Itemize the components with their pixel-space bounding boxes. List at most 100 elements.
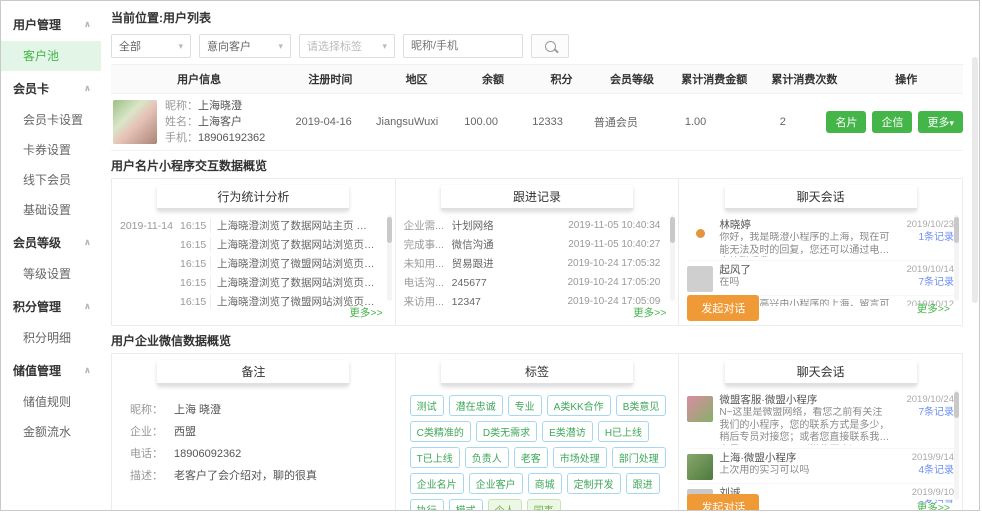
follow-row: 企业需... 计划网络 2019-11-05 10:40:34 [403, 220, 661, 232]
tag-chip[interactable]: 潜在忠诚 [448, 395, 503, 416]
scrollbar-thumb[interactable] [954, 392, 960, 418]
tag-chip[interactable]: 执行 [409, 499, 444, 510]
page-scrollbar[interactable] [972, 57, 978, 303]
chat-message: 你好，我是晓澄小程序的上海，现在可能无法及时的回复，您还可以通过电话直接联系我：… [719, 232, 890, 256]
card-button[interactable]: 名片 [826, 111, 867, 133]
tag-chip[interactable]: 市场处理 [552, 447, 607, 468]
wecom-button[interactable]: 企信 [872, 111, 913, 133]
user-info-cell: 昵称：上海晓澄 姓名：上海客户 手机：18906192362 [111, 98, 280, 146]
tag-chip-colleague[interactable]: 同事 [526, 499, 561, 510]
sidebar-group-user-management[interactable]: 用户管理 ∧ [1, 7, 101, 41]
filter-select-all-value: 全部 [119, 41, 141, 53]
chat-record-link[interactable]: 7条记录 [890, 276, 954, 289]
chat-more-link[interactable]: 更多>> [917, 500, 950, 511]
sidebar-group-label: 会员等级 [13, 235, 62, 250]
filter-select-tag[interactable]: 请选择标签 ▾ [299, 34, 395, 58]
behavior-panel-tab[interactable]: 行为统计分析 [157, 185, 350, 210]
tag-chip[interactable]: 专业 [507, 395, 542, 416]
sidebar-group-points-management[interactable]: 积分管理 ∧ [1, 289, 101, 323]
filter-select-intent[interactable]: 意向客户 ▾ [199, 34, 291, 58]
tag-chip[interactable]: 测试 [409, 395, 444, 416]
sidebar-group-member-level[interactable]: 会员等级 ∧ [1, 225, 101, 259]
sidebar-item-basic-settings[interactable]: 基础设置 [1, 195, 101, 225]
scrollbar[interactable] [670, 215, 676, 301]
chat-item[interactable]: 林晓婷 你好，我是晓澄小程序的上海，现在可能无法及时的回复，您还可以通过电话直接… [687, 216, 955, 261]
tag-chip[interactable]: A类KK合作 [546, 395, 611, 416]
scrollbar-thumb[interactable] [954, 217, 960, 243]
sidebar-item-coupon-settings[interactable]: 卡券设置 [1, 135, 101, 165]
chat-more-link[interactable]: 更多>> [917, 301, 950, 316]
tag-chip[interactable]: 老客 [513, 447, 548, 468]
filter-select-tag-placeholder: 请选择标签 [307, 41, 362, 53]
tag-chip[interactable]: 模式 [448, 499, 483, 510]
tag-chip[interactable]: H已上线 [597, 421, 650, 442]
tag-chip[interactable]: 负责人 [464, 447, 509, 468]
remark-panel-tab[interactable]: 备注 [157, 360, 350, 385]
chevron-down-icon: ▾ [278, 40, 283, 51]
chevron-down-icon: ▾ [382, 40, 387, 51]
col-register-time: 注册时间 [308, 74, 353, 86]
chat-name: 林晓婷 [719, 219, 751, 231]
filter-select-all[interactable]: 全部 ▾ [111, 34, 191, 58]
sidebar-item-customer-pool[interactable]: 客户池 [1, 41, 101, 71]
tag-chip[interactable]: 商城 [527, 473, 562, 494]
sidebar-item-points-detail[interactable]: 积分明细 [1, 323, 101, 353]
scrollbar[interactable] [954, 390, 960, 500]
chat-record-link[interactable]: 4条记录 [890, 464, 954, 477]
follow-more-link[interactable]: 更多>> [633, 305, 666, 320]
more-actions-button[interactable]: 更多▾ [918, 111, 963, 133]
search-input[interactable] [403, 34, 523, 58]
col-balance: 余额 [481, 74, 504, 86]
tag-chip-personal[interactable]: 个人 [487, 499, 522, 510]
chat-date: 2019/10/23 [906, 219, 955, 230]
sidebar-item-stored-rules[interactable]: 储值规则 [1, 387, 101, 417]
chat-name: 上海·微盟小程序 [719, 451, 797, 464]
sidebar-item-offline-members[interactable]: 线下会员 [1, 165, 101, 195]
follow-row: 来访用... 12347 2019-10-24 17:05:09 [403, 295, 661, 309]
wecom-section: 备注 昵称： 上海 晓澄 企业： 西盟 电话： 18906092362 描述： … [111, 353, 963, 511]
scrollbar-thumb[interactable] [386, 217, 392, 243]
chat-item[interactable]: 微盟客服·微盟小程序 N~这里是微盟网络，看您之前有关注我们的小程序，您的联系方… [687, 391, 955, 449]
sidebar-item-level-settings[interactable]: 等级设置 [1, 259, 101, 289]
filter-bar: 全部 ▾ 意向客户 ▾ 请选择标签 ▾ [111, 34, 963, 58]
tag-chip[interactable]: 企业名片 [409, 473, 464, 494]
sidebar-item-amount-flow[interactable]: 金额流水 [1, 417, 101, 447]
tag-chip[interactable]: 定制开发 [566, 473, 621, 494]
remark-field: 企业： 西盟 [130, 426, 196, 438]
user-avatar [113, 100, 157, 144]
chat-item[interactable]: 起风了 在吗 2019/10/14 7条记录 [687, 261, 955, 296]
chat-panel-tab[interactable]: 聊天会话 [724, 185, 917, 210]
chat-record-link[interactable]: 7条记录 [890, 406, 954, 419]
tag-chip[interactable]: 企业客户 [468, 473, 523, 494]
wecom-section-title: 用户企业微信数据概览 [111, 334, 232, 348]
sidebar-group-member-card[interactable]: 会员卡 ∧ [1, 71, 101, 105]
sidebar-group-stored-value[interactable]: 储值管理 ∧ [1, 353, 101, 387]
tag-chip[interactable]: 部门处理 [611, 447, 666, 468]
sidebar: 用户管理 ∧ 客户池 会员卡 ∧ 会员卡设置 卡券设置 线下会员 基础设置 会员… [1, 1, 101, 510]
scrollbar[interactable] [386, 215, 392, 301]
tag-chip[interactable]: T已上线 [409, 447, 460, 468]
scrollbar-thumb[interactable] [670, 217, 676, 243]
tag-chip[interactable]: C类精准的 [409, 421, 471, 442]
search-button[interactable] [531, 34, 569, 58]
main-content: 当前位置:用户列表 全部 ▾ 意向客户 ▾ 请选择标签 ▾ 用户信息 注册时间 [101, 1, 979, 510]
tags-panel-tab[interactable]: 标签 [441, 360, 633, 385]
chat-record-link[interactable]: 1条记录 [890, 231, 954, 244]
scrollbar[interactable] [954, 215, 960, 301]
tag-chip[interactable]: 跟进 [625, 473, 660, 494]
behavior-more-link[interactable]: 更多>> [349, 305, 382, 320]
follow-panel-tab[interactable]: 跟进记录 [441, 185, 633, 210]
start-chat-button[interactable]: 发起对话 [687, 295, 760, 321]
behavior-row: 16:15 上海晓澄浏览了数据网站浏览页面2.01秒 [120, 273, 387, 292]
tag-chip[interactable]: D类无需求 [475, 421, 538, 442]
tag-chip[interactable]: B类意见 [615, 395, 667, 416]
follow-row: 未知用... 贸易跟进 2019-10-24 17:05:32 [403, 258, 661, 270]
chat-item[interactable]: 上海·微盟小程序 上次用的实习可以吗 2019/9/14 4条记录 [687, 449, 955, 484]
nickname-label: 昵称： [165, 100, 198, 112]
tag-chip[interactable]: E类潜访 [542, 421, 593, 442]
start-chat-button[interactable]: 发起对话 [687, 494, 760, 510]
sidebar-item-card-settings[interactable]: 会员卡设置 [1, 105, 101, 135]
breadcrumb: 当前位置:用户列表 [111, 11, 211, 25]
points-value: 12333 [532, 116, 563, 128]
chat-panel-tab[interactable]: 聊天会话 [724, 360, 917, 385]
